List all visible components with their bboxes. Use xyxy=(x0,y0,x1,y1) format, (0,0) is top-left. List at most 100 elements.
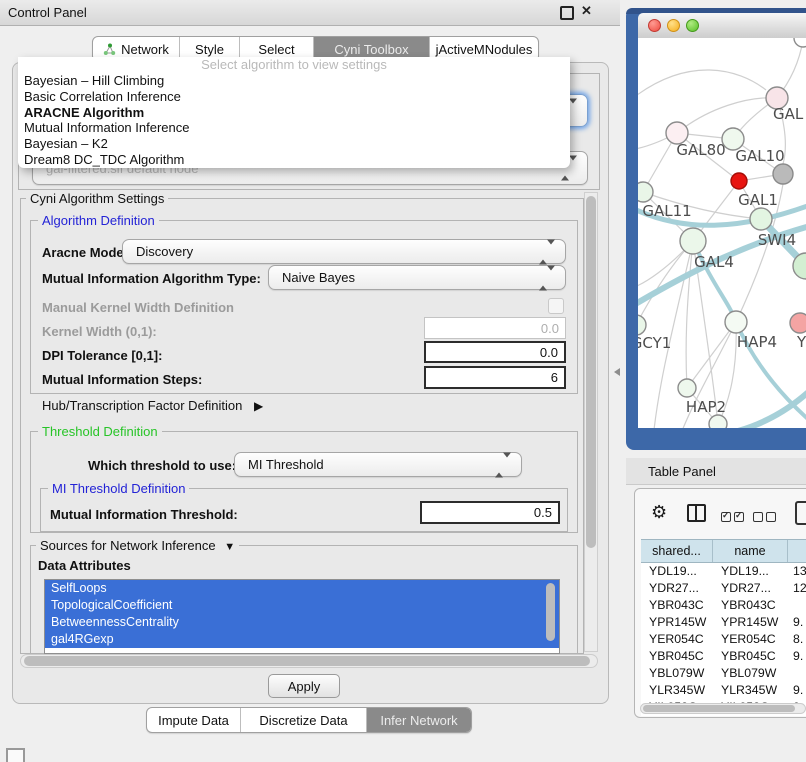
table-row[interactable]: YDL19...YDL19...13 xyxy=(641,563,806,580)
dpi-tolerance-field[interactable]: 0.0 xyxy=(424,341,566,363)
table-header-row: shared...nameA xyxy=(641,539,806,563)
network-window-titlebar[interactable] xyxy=(638,13,806,39)
columns-icon[interactable] xyxy=(687,504,706,522)
combo-stepper-icon xyxy=(495,457,511,472)
dropdown-item-dream8-dc-tdc-algorithm[interactable]: Dream8 DC_TDC Algorithm xyxy=(18,152,570,168)
table-cell: 12 xyxy=(788,580,806,597)
table-cell: YBL079W xyxy=(713,665,788,682)
node-gcy1[interactable] xyxy=(638,315,646,335)
dpi-tolerance-label: DPI Tolerance [0,1]: xyxy=(42,348,162,363)
control-panel-title: Control Panel xyxy=(8,5,87,20)
table-cell: YBL079W xyxy=(641,665,713,682)
node-y[interactable] xyxy=(790,313,806,333)
hub-definition-expander[interactable]: Hub/Transcription Factor Definition ▶ xyxy=(42,398,263,413)
node-unlabeled[interactable] xyxy=(794,38,806,47)
minimize-traffic-light-icon[interactable] xyxy=(667,19,680,32)
dropdown-item-bayesian-hill-climbing[interactable]: Bayesian – Hill Climbing xyxy=(18,73,570,89)
attribute-item-gal4rgexp[interactable]: gal4RGexp xyxy=(45,631,559,648)
tab-label: Network xyxy=(121,42,169,57)
table-hscrollbar-thumb[interactable] xyxy=(643,705,795,712)
attributes-scrollbar-thumb[interactable] xyxy=(546,583,555,641)
manual-kernel-checkbox[interactable] xyxy=(548,298,564,314)
zoom-traffic-light-icon[interactable] xyxy=(686,19,699,32)
threshold-definition-title: Threshold Definition xyxy=(38,424,162,439)
close-icon[interactable]: ✕ xyxy=(581,3,592,19)
deselect-all-icon[interactable] xyxy=(753,509,779,527)
mi-type-label: Mutual Information Algorithm Type: xyxy=(42,271,261,286)
table-row[interactable]: YBR043CYBR043C xyxy=(641,597,806,614)
which-threshold-label: Which threshold to use: xyxy=(88,458,236,473)
table-cell: YBR045C xyxy=(641,648,713,665)
kernel-width-field[interactable]: 0.0 xyxy=(424,317,566,339)
tab-infer-network[interactable]: Infer Network xyxy=(367,708,471,732)
node-gal1[interactable] xyxy=(731,173,747,189)
column-header-1[interactable]: shared... xyxy=(641,540,713,562)
gear-icon[interactable]: ⚙ xyxy=(651,503,667,521)
node-label: HAP2 xyxy=(686,398,726,416)
table-cell: YBR043C xyxy=(641,597,713,614)
algorithm-dropdown-list: Select algorithm to view settings Bayesi… xyxy=(18,57,570,168)
table-cell: YDL19... xyxy=(713,563,788,580)
attribute-item-betweennesscentrality[interactable]: BetweennessCentrality xyxy=(45,614,559,631)
table-row[interactable]: YER054CYER054C8. xyxy=(641,631,806,648)
close-traffic-light-icon[interactable] xyxy=(648,19,661,32)
attribute-item-topologicalcoefficient[interactable]: TopologicalCoefficient xyxy=(45,597,559,614)
tab-discretize-data[interactable]: Discretize Data xyxy=(241,708,367,732)
table-row[interactable]: YBL079WYBL079W xyxy=(641,665,806,682)
algorithm-definition-title: Algorithm Definition xyxy=(38,213,159,228)
table-row[interactable]: YLR345WYLR345W9. xyxy=(641,682,806,699)
column-header-3[interactable]: A xyxy=(788,540,806,562)
column-header-2[interactable]: name xyxy=(713,540,788,562)
node-label: GAL10 xyxy=(735,147,784,165)
attribute-item-selfloops[interactable]: SelfLoops xyxy=(45,580,559,597)
dropdown-item-basic-correlation-inference[interactable]: Basic Correlation Inference xyxy=(18,89,570,105)
dropdown-prompt: Select algorithm to view settings xyxy=(18,57,570,73)
panel-divider-handle[interactable] xyxy=(610,368,620,376)
float-window-icon[interactable] xyxy=(560,6,574,20)
mi-type-combo[interactable]: Naive Bayes xyxy=(268,265,566,290)
mi-threshold-field[interactable]: 0.5 xyxy=(420,501,560,524)
network-view-window: GALGAL80GAL10GAL1GAL11SWI4GAL4YHAP4GCY1H… xyxy=(626,8,806,450)
dropdown-item-bayesian-k2[interactable]: Bayesian – K2 xyxy=(18,136,570,152)
node-label: HAP4 xyxy=(737,333,777,351)
select-all-icon[interactable] xyxy=(721,509,747,527)
node-unlabeled[interactable] xyxy=(773,164,793,184)
dropdown-item-mutual-information-inference[interactable]: Mutual Information Inference xyxy=(18,120,570,136)
node-hap4[interactable] xyxy=(725,311,747,333)
node-label: Y xyxy=(796,333,806,351)
file-icon[interactable] xyxy=(795,501,806,525)
settings-vscrollbar-thumb[interactable] xyxy=(586,196,596,548)
node-hap2[interactable] xyxy=(678,379,696,397)
which-threshold-combo[interactable]: MI Threshold xyxy=(234,452,522,477)
mi-steps-field[interactable]: 6 xyxy=(424,366,566,389)
dropdown-item-aracne-algorithm[interactable]: ARACNE Algorithm xyxy=(18,105,570,121)
table-cell: 8. xyxy=(788,631,806,648)
minimized-panel-icon[interactable] xyxy=(6,748,25,762)
table-cell: YPR145W xyxy=(641,614,713,631)
bottom-tabs: Impute Data Discretize DataInfer Network xyxy=(146,707,472,733)
network-nodes: GALGAL80GAL10GAL1GAL11SWI4GAL4YHAP4GCY1H… xyxy=(638,38,806,428)
node-unlabeled[interactable] xyxy=(709,415,727,428)
table-row[interactable]: YPR145WYPR145W9. xyxy=(641,614,806,631)
tab-impute-data[interactable]: Impute Data xyxy=(147,708,241,732)
settings-hscrollbar-thumb[interactable] xyxy=(24,656,590,666)
table-row[interactable]: YBR045CYBR045C9. xyxy=(641,648,806,665)
tab-label: Impute Data xyxy=(158,713,229,728)
aracne-mode-combo[interactable]: Discovery xyxy=(122,239,566,264)
table-panel: ⚙ shared...nameA YDL19...YDL19...13YDR27… xyxy=(634,488,806,718)
node-swi4[interactable] xyxy=(750,208,772,230)
table-panel-title: Table Panel xyxy=(626,464,716,479)
table-row[interactable]: YDR27...YDR27...12 xyxy=(641,580,806,597)
node-label: GAL4 xyxy=(694,253,734,271)
node-gal11[interactable] xyxy=(638,182,653,202)
kernel-width-label: Kernel Width (0,1): xyxy=(42,324,157,339)
mi-threshold-label: Mutual Information Threshold: xyxy=(50,507,238,522)
network-icon xyxy=(103,43,116,56)
table-panel-header: Table Panel xyxy=(626,458,806,485)
mi-steps-label: Mutual Information Steps: xyxy=(42,372,202,387)
table-cell: YER054C xyxy=(641,631,713,648)
apply-button[interactable]: Apply xyxy=(268,674,340,698)
node-gal4[interactable] xyxy=(680,228,706,254)
network-canvas[interactable]: GALGAL80GAL10GAL1GAL11SWI4GAL4YHAP4GCY1H… xyxy=(638,38,806,428)
sources-group-title[interactable]: Sources for Network Inference ▼ xyxy=(36,538,239,553)
